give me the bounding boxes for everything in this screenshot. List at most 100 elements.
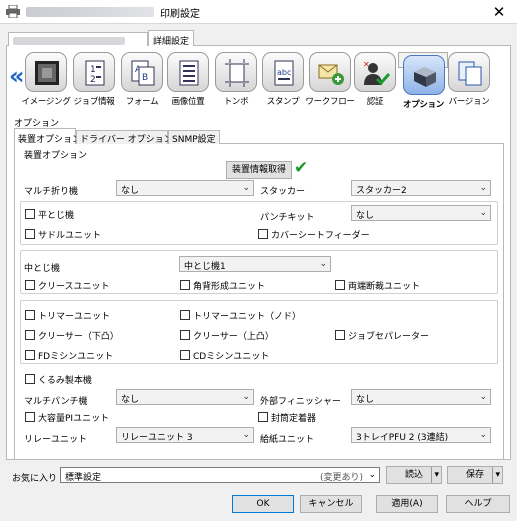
save-dropdown-icon[interactable]: ▾ — [492, 467, 500, 483]
nav-item-version[interactable]: バージョン — [444, 52, 494, 110]
perfect-binder-label: くるみ製本機 — [38, 376, 92, 386]
nav-item-stamp[interactable]: abc スタンプ — [258, 52, 308, 110]
printer-icon — [6, 4, 20, 19]
tab-snmp-settings[interactable]: SNMP設定 — [168, 130, 220, 145]
help-button[interactable]: ヘルプ — [446, 495, 510, 513]
group-label: 装置オプション — [24, 151, 88, 161]
tab-printer-name-redacted — [13, 37, 125, 45]
crease-unit-checkbox[interactable]: クリースユニット — [25, 279, 110, 292]
square-fold-checkbox[interactable]: 角背形成ユニット — [180, 279, 265, 292]
multi-punch-select[interactable]: なし ⌄ — [116, 389, 254, 405]
creaser-up-label: クリーサー（上凸） — [193, 332, 274, 342]
checkbox-box — [180, 350, 190, 360]
nav-item-form[interactable]: AB フォーム — [117, 52, 167, 110]
trimmer-label: トリマーユニット — [38, 312, 111, 322]
nav-item-job-info[interactable]: 12 ジョブ情報 — [69, 52, 119, 110]
chevron-down-icon: ⌄ — [479, 183, 487, 193]
saddle-stitch-value: 中とじ機1 — [184, 262, 226, 272]
checkbox-box — [25, 374, 35, 384]
favorites-select[interactable]: 標準設定 (変更あり) ⌄ — [60, 467, 380, 483]
large-pi-checkbox[interactable]: 大容量PIユニット — [25, 411, 109, 424]
nav-label: ワークフロー — [305, 97, 355, 107]
save-label: 保存 — [465, 470, 484, 480]
trim-both-checkbox[interactable]: 両端断裁ユニット — [335, 279, 421, 292]
sub-tab-strip: 装置オプション ドライバー オプション SNMP設定 — [14, 128, 504, 145]
nav-item-trim-marks[interactable]: トンボ — [211, 52, 261, 110]
perfect-binder-checkbox[interactable]: くるみ製本機 — [25, 373, 92, 386]
crease-unit-label: クリースユニット — [38, 282, 110, 292]
trimmer-node-checkbox[interactable]: トリマーユニット（ノド） — [180, 309, 302, 322]
saddle-unit-checkbox[interactable]: サドルユニット — [25, 228, 102, 241]
svg-text:✕: ✕ — [363, 60, 370, 69]
multi-fold-label: マルチ折り機 — [24, 187, 79, 197]
cancel-button[interactable]: キャンセル — [300, 495, 362, 513]
trimmer-node-label: トリマーユニット（ノド） — [193, 312, 302, 322]
nav-item-imaging[interactable]: イメージング — [21, 52, 71, 110]
tab-device-options[interactable]: 装置オプション — [14, 128, 81, 145]
version-icon — [448, 52, 490, 92]
multi-fold-value: なし — [121, 186, 140, 196]
saddle-stitch-select[interactable]: 中とじ機1 ⌄ — [179, 256, 331, 272]
job-separator-checkbox[interactable]: ジョブセパレーター — [335, 329, 430, 342]
checkbox-box — [25, 350, 35, 360]
load-dropdown-icon[interactable]: ▾ — [431, 467, 439, 483]
svg-text:2: 2 — [90, 75, 96, 85]
saddle-unit-label: サドルユニット — [38, 231, 102, 241]
seal-device-checkbox[interactable]: 封筒定着器 — [258, 411, 317, 424]
ok-button[interactable]: OK — [232, 495, 294, 513]
favorites-value: 標準設定 — [65, 473, 102, 483]
printer-name-redacted — [26, 7, 154, 17]
chevron-down-icon: ⌄ — [242, 430, 250, 440]
checkbox-box — [25, 330, 35, 340]
creaser-up-checkbox[interactable]: クリーサー（上凸） — [180, 329, 274, 342]
relay-unit-select[interactable]: リレーユニット 3 ⌄ — [116, 427, 254, 443]
trim-both-label: 両端断裁ユニット — [348, 282, 421, 292]
checkbox-box — [258, 412, 268, 422]
save-button[interactable]: 保存 ▾ — [447, 466, 503, 484]
tab-printer-name[interactable] — [8, 32, 148, 47]
favorites-changed: (変更あり) — [319, 473, 363, 483]
feed-unit-label: 給紙ユニット — [260, 435, 315, 445]
punch-kit-select[interactable]: なし ⌄ — [351, 205, 491, 221]
external-finisher-select[interactable]: なし ⌄ — [351, 389, 491, 405]
creaser-down-checkbox[interactable]: クリーサー（下凸） — [25, 329, 119, 342]
chevron-down-icon: ⌄ — [242, 183, 250, 193]
authentication-icon: ✕ — [354, 52, 396, 92]
acquire-device-info-button[interactable]: 装置情報取得 — [226, 161, 292, 179]
cover-feeder-checkbox[interactable]: カバーシートフィーダー — [258, 228, 370, 241]
load-button[interactable]: 読込 ▾ — [386, 466, 442, 484]
nav-label: イメージング — [21, 97, 71, 107]
apply-button[interactable]: 適用(A) — [376, 495, 438, 513]
multi-fold-select[interactable]: なし ⌄ — [116, 180, 254, 196]
seal-device-label: 封筒定着器 — [271, 414, 317, 424]
nav-item-options[interactable]: オプション — [398, 52, 448, 110]
feed-unit-select[interactable]: 3トレイPFU 2 (3連結) ⌄ — [351, 427, 491, 443]
nav-item-authentication[interactable]: ✕ 認証 — [350, 52, 400, 110]
cd-sewing-checkbox[interactable]: CDミシンユニット — [180, 349, 269, 362]
tab-advanced-settings[interactable]: 詳細設定 — [148, 30, 195, 47]
stacker-select[interactable]: スタッカー2 ⌄ — [351, 180, 491, 196]
job-separator-label: ジョブセパレーター — [348, 332, 430, 342]
checkmark-icon: ✔ — [294, 158, 309, 178]
checkbox-box — [335, 330, 345, 340]
chevron-down-icon: ⌄ — [479, 392, 487, 402]
window-title: 印刷設定 — [160, 9, 200, 20]
nav-label: トンボ — [223, 97, 249, 107]
creaser-down-label: クリーサー（下凸） — [38, 332, 119, 342]
fd-sewing-checkbox[interactable]: FDミシンユニット — [25, 349, 113, 362]
nav-item-workflow[interactable]: ワークフロー — [305, 52, 355, 110]
checkbox-box — [180, 280, 190, 290]
close-button[interactable]: ✕ — [486, 2, 512, 22]
title-bar: 印刷設定 ✕ — [0, 0, 517, 24]
load-label: 読込 — [404, 470, 423, 480]
external-finisher-label: 外部フィニッシャー — [260, 397, 341, 407]
stacker-label: スタッカー — [260, 187, 306, 197]
svg-text:B: B — [142, 73, 148, 83]
chevron-down-icon: ⌄ — [479, 208, 487, 218]
tab-driver-options[interactable]: ドライバー オプション — [76, 130, 173, 145]
nav-item-image-position[interactable]: 画像位置 — [163, 52, 213, 110]
flat-stitch-checkbox[interactable]: 平とじ機 — [25, 208, 74, 221]
trimmer-checkbox[interactable]: トリマーユニット — [25, 309, 111, 322]
nav-label: ジョブ情報 — [73, 97, 115, 107]
chevron-down-icon: ⌄ — [479, 430, 487, 440]
